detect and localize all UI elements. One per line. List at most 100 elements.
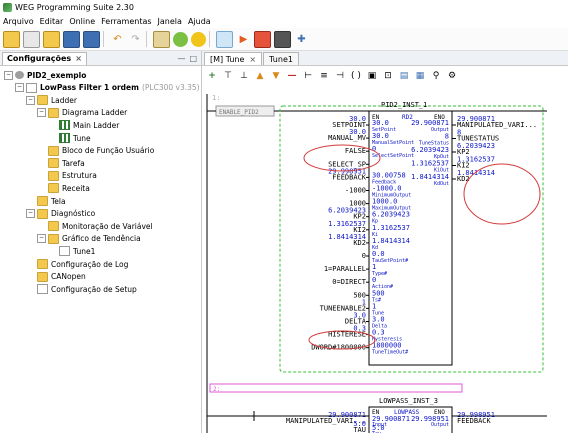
undo-icon[interactable]: ↶ (110, 32, 125, 47)
pid-port-value: -1000.0 (372, 185, 402, 193)
pid-input-var: KD2 (353, 239, 366, 247)
tree-item[interactable]: − LowPass Filter 1 ordem (PLC300 v3.35) (15, 82, 200, 94)
pid-port-label: ManualSetPoint (372, 140, 414, 146)
branch-icon[interactable]: ⊡ (382, 70, 394, 82)
tree-item[interactable]: − Ladder (26, 94, 77, 106)
lowpass-block-instance: LOWPASS_INST_3 (379, 397, 438, 405)
coil-icon[interactable]: ( ) (350, 70, 362, 82)
folder-icon (48, 183, 59, 194)
tree-item[interactable]: Tela (26, 195, 66, 207)
menu-ajuda[interactable]: Ajuda (185, 17, 214, 26)
tab-configuracoes[interactable]: Configurações × (2, 51, 87, 65)
pid-port-value: 3.0 (372, 316, 385, 324)
doc-icon (37, 284, 48, 295)
tree-item[interactable]: Main Ladder (48, 119, 119, 131)
tree-item-label: PID2_exemplo (27, 70, 87, 80)
zoom-icon[interactable]: ⚲ (430, 70, 442, 82)
menu-janela[interactable]: Janela (155, 17, 185, 26)
ladder-canvas[interactable]: 1: ENABLE_PID2 PID2_INST_1 EN RD2 ENO 30.0 SETP… (202, 86, 568, 433)
debug-icon[interactable]: ✚ (294, 32, 309, 47)
menu-ferramentas[interactable]: Ferramentas (98, 17, 154, 26)
tree-item[interactable]: − Gráfico de Tendência (37, 233, 141, 245)
move-down-icon[interactable]: ▼ (270, 70, 282, 82)
tree-item[interactable]: Tune (48, 132, 91, 144)
pid-input-var: FALSE (345, 147, 366, 155)
tree-item[interactable]: Configuração de Setup (26, 283, 137, 295)
pid-port-value: 30.00758 (372, 171, 406, 179)
new-project-icon[interactable] (3, 30, 20, 48)
editor-tabs: [M] Tune × Tune1 (202, 51, 568, 66)
open-icon[interactable] (43, 30, 60, 48)
minimize-icon[interactable]: — (177, 54, 185, 63)
redo-icon[interactable]: ↷ (128, 32, 143, 47)
settings-icon[interactable]: ⚙ (446, 70, 458, 82)
function-block-icon[interactable]: ▣ (366, 70, 378, 82)
grid-icon[interactable]: ▦ (414, 70, 426, 82)
tree-item[interactable]: Configuração de Log (26, 258, 128, 270)
collapse-icon[interactable]: − (37, 108, 46, 118)
play-icon[interactable]: ▶ (236, 32, 251, 47)
tab-tune1[interactable]: Tune1 (263, 52, 299, 65)
tab-tune[interactable]: [M] Tune × (204, 52, 263, 65)
pid-port-value: 1800000 (372, 342, 402, 350)
move-up-icon[interactable]: ▲ (254, 70, 266, 82)
pid-port-value: 1.3162537 (372, 224, 410, 232)
download-icon[interactable] (274, 30, 291, 48)
tree-item[interactable]: − Diagnóstico (26, 208, 95, 220)
pid-input-var: -1000 (345, 187, 366, 195)
build-icon[interactable] (153, 30, 170, 48)
lowpass-output-var: FEEDBACK (457, 417, 492, 425)
tree-item[interactable]: Bloco de Função Usuário (37, 145, 154, 157)
save-all-icon[interactable] (83, 30, 100, 48)
pid-output-var: KD2 (457, 175, 470, 183)
insert-below-icon[interactable]: ⊥ (238, 70, 250, 82)
collapse-icon[interactable]: − (37, 234, 46, 244)
folder-icon (48, 170, 59, 181)
folder-icon (37, 271, 48, 282)
contact-icon[interactable]: ⊢ (302, 70, 314, 82)
tree-item[interactable]: Receita (37, 182, 90, 194)
nc-contact-icon[interactable]: ⊣ (334, 70, 346, 82)
tree-item[interactable]: Monitoração de Variável (37, 220, 153, 232)
pid-output-var: MANIPULATED_VARI... (457, 121, 537, 129)
close-icon[interactable]: × (249, 55, 256, 64)
collapse-icon[interactable]: − (15, 83, 24, 93)
collapse-icon[interactable]: − (26, 209, 35, 219)
maximize-icon[interactable]: □ (189, 54, 197, 63)
menu-online[interactable]: Online (66, 17, 98, 26)
menu-editar[interactable]: Editar (37, 17, 67, 26)
folder-icon (48, 145, 59, 156)
menu-arquivo[interactable]: Arquivo (0, 17, 37, 26)
tree-item-label: Receita (62, 183, 90, 193)
folder-icon (37, 259, 48, 269)
annotation-circle (463, 163, 541, 225)
block-icon[interactable]: ▤ (398, 70, 410, 82)
ladder-editor: [M] Tune × Tune1 + ⊤ ⊥ ▲ ▼ — ⊢ ≡ ⊣ ( ) ▣… (202, 51, 568, 433)
parallel-icon[interactable]: ≡ (318, 70, 330, 82)
tree-item[interactable]: − Diagrama Ladder (37, 107, 127, 119)
tree-item[interactable]: Estrutura (37, 170, 97, 182)
close-icon[interactable]: × (75, 54, 82, 63)
collapse-icon[interactable]: − (4, 70, 13, 80)
pid-input-var: 0 (362, 252, 366, 260)
tree-item[interactable]: CANopen (26, 271, 86, 283)
tree-item[interactable]: Tune1 (48, 245, 95, 257)
pid-port-value: 1 (372, 263, 376, 271)
tree-item[interactable]: Tarefa (37, 157, 85, 169)
pid-output-port-value: 8 (445, 133, 449, 141)
check-icon[interactable] (173, 31, 188, 47)
delete-rung-icon[interactable]: — (286, 70, 298, 82)
gear-icon (15, 71, 24, 79)
add-rung-icon[interactable]: + (206, 70, 218, 82)
enable-contact-label: ENABLE_PID2 (219, 109, 259, 116)
collapse-icon[interactable]: − (26, 95, 35, 105)
warning-icon[interactable] (191, 31, 206, 47)
pid-port-value: 0.0 (372, 250, 385, 258)
insert-above-icon[interactable]: ⊤ (222, 70, 234, 82)
new-file-icon[interactable] (23, 30, 40, 48)
stop-icon[interactable] (254, 30, 271, 48)
save-icon[interactable] (63, 30, 80, 48)
online-icon[interactable] (216, 30, 233, 48)
tree-item[interactable]: − PID2_exemplo (4, 69, 86, 81)
tree-item-label: Configuração de Log (51, 259, 129, 269)
